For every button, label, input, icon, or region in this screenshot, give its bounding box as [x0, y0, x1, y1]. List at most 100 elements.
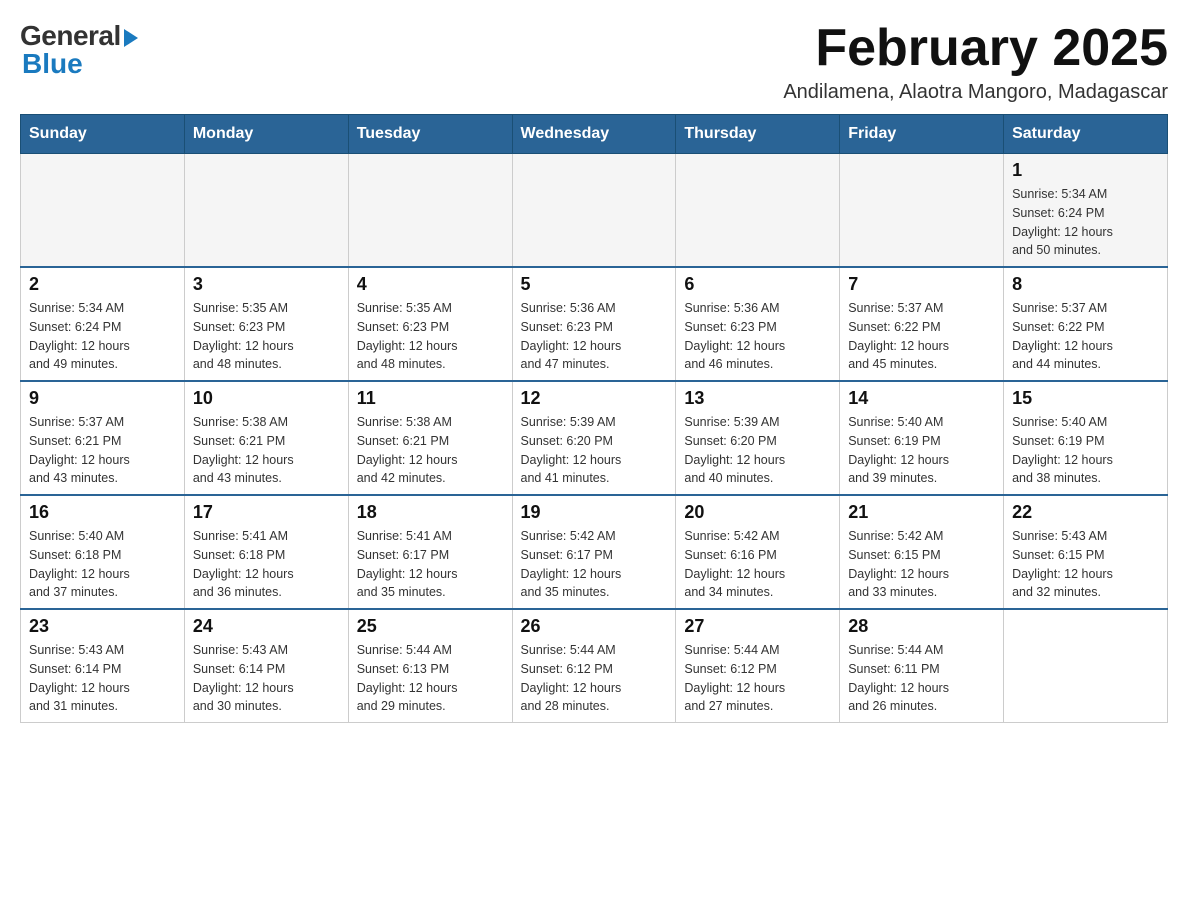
day-info: Sunrise: 5:36 AM Sunset: 6:23 PM Dayligh…	[521, 299, 668, 374]
week-row-2: 2Sunrise: 5:34 AM Sunset: 6:24 PM Daylig…	[21, 267, 1168, 381]
day-number: 15	[1012, 388, 1159, 409]
day-number: 26	[521, 616, 668, 637]
day-number: 27	[684, 616, 831, 637]
day-number: 3	[193, 274, 340, 295]
calendar-cell: 25 Sunrise: 5:44 AM Sunset: 6:13 PM Dayli…	[348, 609, 512, 723]
day-info: Sunrise: 5:39 AM Sunset: 6:20 PM Dayligh…	[684, 413, 831, 488]
day-number: 4	[357, 274, 504, 295]
day-info: Sunrise: 5:44 AM Sunset: 6:12 PM Dayligh…	[521, 641, 668, 716]
calendar-cell: 19 Sunrise: 5:42 AM Sunset: 6:17 PM Dayli…	[512, 495, 676, 609]
day-info: Sunrise: 5:42 AM Sunset: 6:17 PM Dayligh…	[521, 527, 668, 602]
calendar-cell	[512, 154, 676, 268]
day-number: 25	[357, 616, 504, 637]
day-number: 5	[521, 274, 668, 295]
weekday-header-row: SundayMondayTuesdayWednesdayThursdayFrid…	[21, 115, 1168, 154]
day-info: Sunrise: 5:37 AM Sunset: 6:22 PM Dayligh…	[1012, 299, 1159, 374]
calendar-cell: 24Sunrise: 5:43 AM Sunset: 6:14 PM Dayli…	[184, 609, 348, 723]
page-header: General Blue February 2025 Andilamena, A…	[20, 20, 1168, 104]
week-row-1: 1 Sunrise: 5:34 AM Sunset: 6:24 PM Daylig…	[21, 154, 1168, 268]
calendar-cell: 14Sunrise: 5:40 AM Sunset: 6:19 PM Dayli…	[840, 381, 1004, 495]
day-number: 6	[684, 274, 831, 295]
day-info: Sunrise: 5:44 AM Sunset: 6:13 PM Dayligh…	[357, 641, 504, 716]
weekday-header-monday: Monday	[184, 115, 348, 154]
day-number: 22	[1012, 502, 1159, 523]
calendar-cell	[348, 154, 512, 268]
day-number: 10	[193, 388, 340, 409]
calendar-cell: 9 Sunrise: 5:37 AM Sunset: 6:21 PM Daylig…	[21, 381, 185, 495]
day-number: 2	[29, 274, 176, 295]
day-info: Sunrise: 5:35 AM Sunset: 6:23 PM Dayligh…	[357, 299, 504, 374]
calendar-cell: 7 Sunrise: 5:37 AM Sunset: 6:22 PM Daylig…	[840, 267, 1004, 381]
day-number: 7	[848, 274, 995, 295]
title-area: February 2025 Andilamena, Alaotra Mangor…	[783, 20, 1168, 104]
day-number: 21	[848, 502, 995, 523]
day-number: 19	[521, 502, 668, 523]
day-info: Sunrise: 5:44 AM Sunset: 6:11 PM Dayligh…	[848, 641, 995, 716]
day-info: Sunrise: 5:43 AM Sunset: 6:14 PM Dayligh…	[29, 641, 176, 716]
calendar-cell: 10 Sunrise: 5:38 AM Sunset: 6:21 PM Dayli…	[184, 381, 348, 495]
weekday-header-wednesday: Wednesday	[512, 115, 676, 154]
calendar-cell: 17Sunrise: 5:41 AM Sunset: 6:18 PM Dayli…	[184, 495, 348, 609]
calendar-table: SundayMondayTuesdayWednesdayThursdayFrid…	[20, 114, 1168, 723]
logo: General Blue	[20, 20, 138, 80]
day-number: 13	[684, 388, 831, 409]
calendar-cell: 1 Sunrise: 5:34 AM Sunset: 6:24 PM Daylig…	[1004, 154, 1168, 268]
weekday-header-tuesday: Tuesday	[348, 115, 512, 154]
day-info: Sunrise: 5:37 AM Sunset: 6:22 PM Dayligh…	[848, 299, 995, 374]
day-info: Sunrise: 5:42 AM Sunset: 6:16 PM Dayligh…	[684, 527, 831, 602]
calendar-cell: 18Sunrise: 5:41 AM Sunset: 6:17 PM Dayli…	[348, 495, 512, 609]
weekday-header-sunday: Sunday	[21, 115, 185, 154]
week-row-3: 9 Sunrise: 5:37 AM Sunset: 6:21 PM Daylig…	[21, 381, 1168, 495]
calendar-cell: 16 Sunrise: 5:40 AM Sunset: 6:18 PM Dayli…	[21, 495, 185, 609]
calendar-cell: 12 Sunrise: 5:39 AM Sunset: 6:20 PM Dayli…	[512, 381, 676, 495]
day-number: 14	[848, 388, 995, 409]
weekday-header-saturday: Saturday	[1004, 115, 1168, 154]
calendar-cell: 5 Sunrise: 5:36 AM Sunset: 6:23 PM Daylig…	[512, 267, 676, 381]
day-info: Sunrise: 5:39 AM Sunset: 6:20 PM Dayligh…	[521, 413, 668, 488]
weekday-header-thursday: Thursday	[676, 115, 840, 154]
day-number: 28	[848, 616, 995, 637]
week-row-4: 16 Sunrise: 5:40 AM Sunset: 6:18 PM Dayli…	[21, 495, 1168, 609]
calendar-cell: 27Sunrise: 5:44 AM Sunset: 6:12 PM Dayli…	[676, 609, 840, 723]
calendar-cell: 28 Sunrise: 5:44 AM Sunset: 6:11 PM Dayli…	[840, 609, 1004, 723]
day-info: Sunrise: 5:40 AM Sunset: 6:18 PM Dayligh…	[29, 527, 176, 602]
day-number: 17	[193, 502, 340, 523]
day-info: Sunrise: 5:38 AM Sunset: 6:21 PM Dayligh…	[357, 413, 504, 488]
calendar-cell: 22 Sunrise: 5:43 AM Sunset: 6:15 PM Dayli…	[1004, 495, 1168, 609]
calendar-cell: 15Sunrise: 5:40 AM Sunset: 6:19 PM Dayli…	[1004, 381, 1168, 495]
calendar-cell: 20 Sunrise: 5:42 AM Sunset: 6:16 PM Dayli…	[676, 495, 840, 609]
day-number: 20	[684, 502, 831, 523]
day-number: 1	[1012, 160, 1159, 181]
logo-arrow-icon	[124, 29, 138, 47]
calendar-cell	[21, 154, 185, 268]
day-number: 8	[1012, 274, 1159, 295]
day-info: Sunrise: 5:42 AM Sunset: 6:15 PM Dayligh…	[848, 527, 995, 602]
day-number: 9	[29, 388, 176, 409]
calendar-cell: 21 Sunrise: 5:42 AM Sunset: 6:15 PM Dayli…	[840, 495, 1004, 609]
day-number: 23	[29, 616, 176, 637]
calendar-cell: 3Sunrise: 5:35 AM Sunset: 6:23 PM Daylig…	[184, 267, 348, 381]
calendar-cell	[676, 154, 840, 268]
day-info: Sunrise: 5:37 AM Sunset: 6:21 PM Dayligh…	[29, 413, 176, 488]
logo-blue-text: Blue	[22, 48, 83, 80]
weekday-header-friday: Friday	[840, 115, 1004, 154]
day-info: Sunrise: 5:43 AM Sunset: 6:14 PM Dayligh…	[193, 641, 340, 716]
calendar-cell: 23 Sunrise: 5:43 AM Sunset: 6:14 PM Dayli…	[21, 609, 185, 723]
calendar-cell: 13 Sunrise: 5:39 AM Sunset: 6:20 PM Dayli…	[676, 381, 840, 495]
month-title: February 2025	[783, 20, 1168, 77]
calendar-cell: 2Sunrise: 5:34 AM Sunset: 6:24 PM Daylig…	[21, 267, 185, 381]
calendar-cell: 4 Sunrise: 5:35 AM Sunset: 6:23 PM Daylig…	[348, 267, 512, 381]
calendar-cell: 11Sunrise: 5:38 AM Sunset: 6:21 PM Dayli…	[348, 381, 512, 495]
calendar-cell	[184, 154, 348, 268]
day-info: Sunrise: 5:38 AM Sunset: 6:21 PM Dayligh…	[193, 413, 340, 488]
calendar-cell: 8 Sunrise: 5:37 AM Sunset: 6:22 PM Daylig…	[1004, 267, 1168, 381]
day-info: Sunrise: 5:34 AM Sunset: 6:24 PM Dayligh…	[1012, 185, 1159, 260]
calendar-cell	[1004, 609, 1168, 723]
day-number: 12	[521, 388, 668, 409]
day-number: 18	[357, 502, 504, 523]
calendar-cell: 6Sunrise: 5:36 AM Sunset: 6:23 PM Daylig…	[676, 267, 840, 381]
day-info: Sunrise: 5:43 AM Sunset: 6:15 PM Dayligh…	[1012, 527, 1159, 602]
calendar-cell	[840, 154, 1004, 268]
day-number: 16	[29, 502, 176, 523]
location-text: Andilamena, Alaotra Mangoro, Madagascar	[783, 81, 1168, 104]
